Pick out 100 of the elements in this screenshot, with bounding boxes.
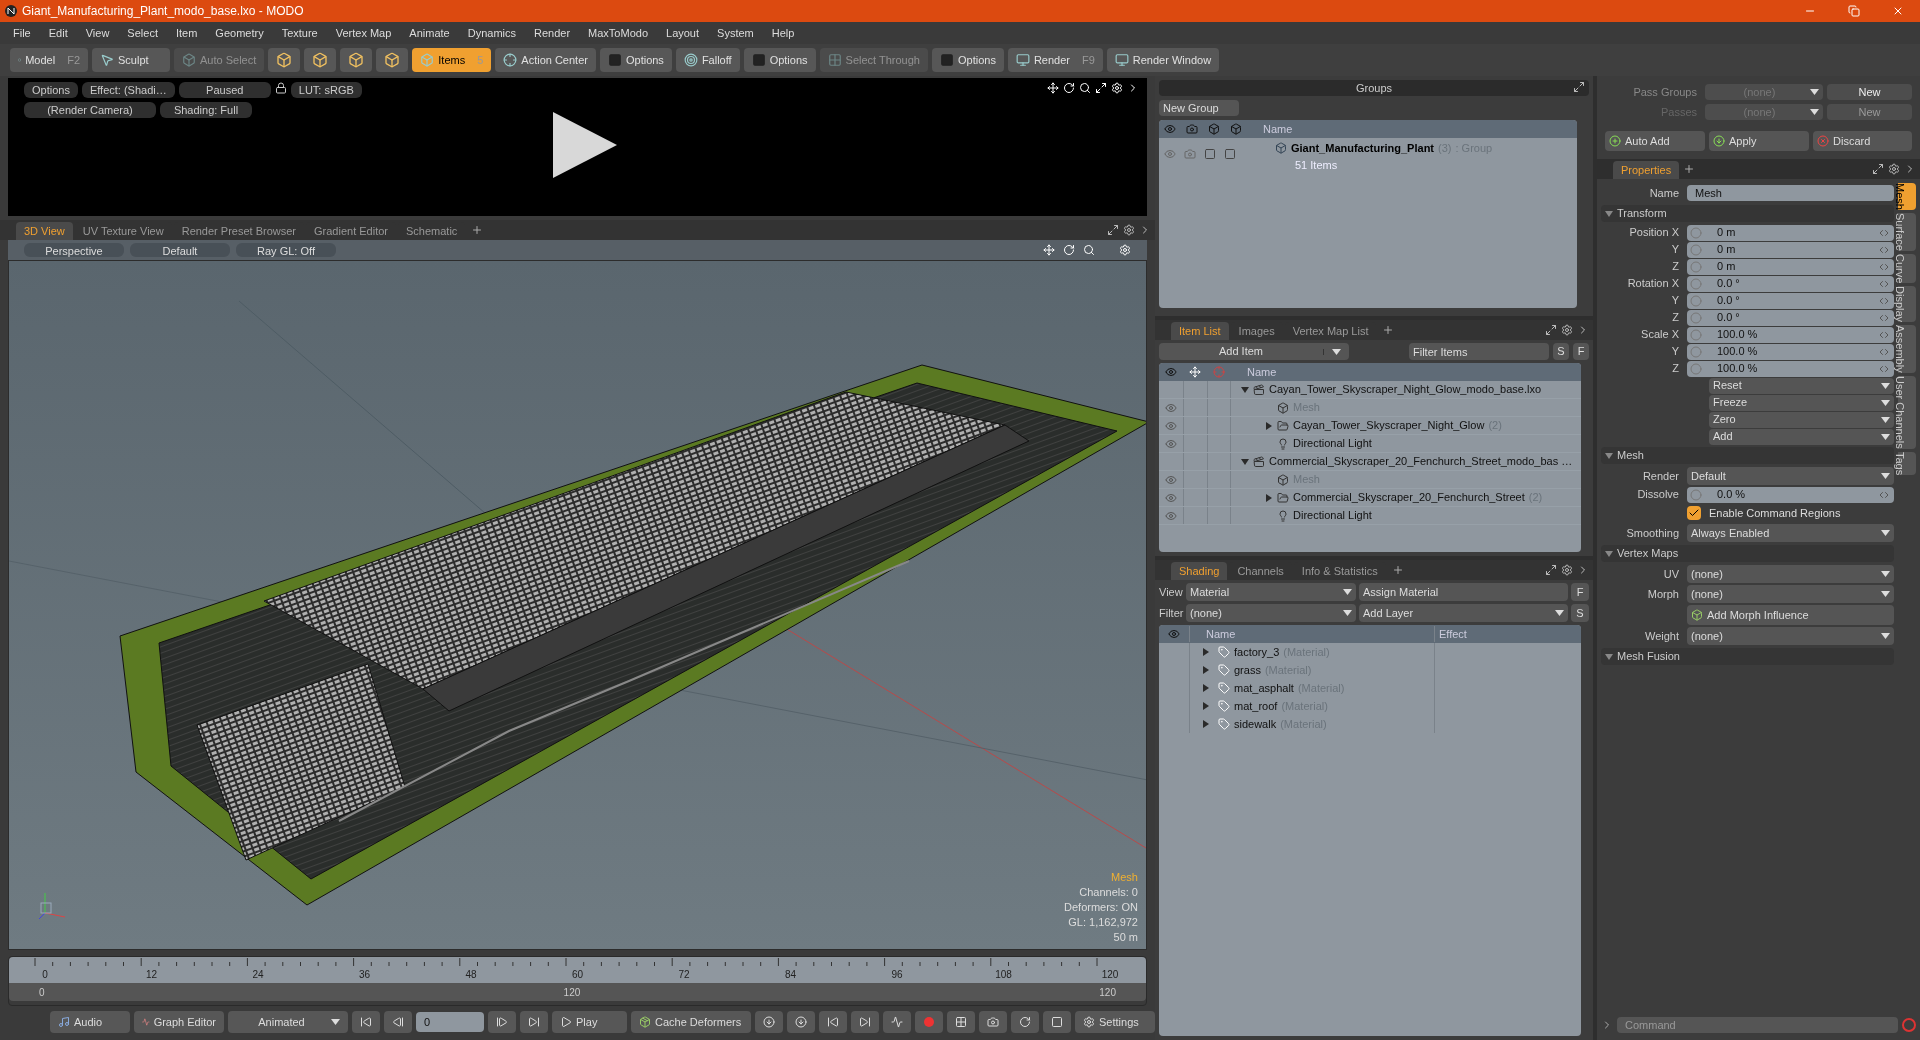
- preview-option-button[interactable]: LUT: sRGB: [290, 82, 362, 98]
- property-dropdown[interactable]: (none): [1687, 627, 1894, 645]
- mode-dropdown[interactable]: Animated: [228, 1011, 348, 1033]
- preview-option-button[interactable]: (Render Camera): [24, 102, 156, 118]
- transform-action-dropdown[interactable]: Add: [1709, 428, 1894, 445]
- number-field[interactable]: 100.0 %: [1687, 343, 1894, 360]
- selection-mode-button[interactable]: [376, 48, 409, 72]
- side-tab[interactable]: Mesh: [1898, 183, 1916, 210]
- first-frame-button[interactable]: [352, 1011, 380, 1033]
- preview-option-button[interactable]: Shading: Full: [160, 102, 252, 118]
- transform-action-dropdown[interactable]: Reset: [1709, 377, 1894, 394]
- menu-item[interactable]: Select: [118, 24, 167, 42]
- s-button[interactable]: S: [1571, 604, 1589, 622]
- expand-arrow-icon[interactable]: [1202, 666, 1210, 674]
- filter-field[interactable]: Filter Items: [1409, 343, 1549, 360]
- menu-item[interactable]: System: [708, 24, 763, 42]
- add-layer-dropdown[interactable]: Add Layer: [1359, 604, 1568, 622]
- expand-arrow-icon[interactable]: [1241, 385, 1249, 394]
- timeline-ruler[interactable]: 0 12 24 36 48 60 72 84 96 108 120: [9, 957, 1146, 983]
- section-header[interactable]: Mesh: [1601, 447, 1894, 464]
- filter-button[interactable]: F: [1573, 343, 1589, 360]
- toolbar-button[interactable]: Options: [743, 48, 816, 72]
- number-field[interactable]: 0.0 °: [1687, 292, 1894, 309]
- property-dropdown[interactable]: Default: [1687, 467, 1894, 485]
- menu-item[interactable]: Vertex Map: [326, 24, 401, 42]
- loop-button[interactable]: [1011, 1011, 1039, 1033]
- menu-item[interactable]: File: [4, 24, 40, 42]
- camera-button[interactable]: [979, 1011, 1007, 1033]
- number-field[interactable]: 0.0 °: [1687, 309, 1894, 326]
- selection-mode-button[interactable]: [304, 48, 337, 72]
- toolbar-button[interactable]: Render F9: [1007, 48, 1103, 72]
- viewport-option-button[interactable]: Default: [130, 243, 230, 257]
- property-dropdown[interactable]: Always Enabled: [1687, 524, 1894, 542]
- section-header[interactable]: Mesh Fusion: [1601, 648, 1894, 665]
- property-dropdown[interactable]: (none): [1687, 585, 1894, 603]
- filter-dropdown[interactable]: (none): [1186, 604, 1356, 622]
- new-button[interactable]: New: [1827, 84, 1912, 101]
- menu-item[interactable]: Dynamics: [458, 24, 525, 42]
- key-button[interactable]: [787, 1011, 815, 1033]
- auto-add-button[interactable]: Auto Add: [1605, 131, 1705, 151]
- viewport-tab[interactable]: 3D View: [16, 222, 73, 240]
- item-row[interactable]: Commercial_Skyscraper_20_Fenchurch_Street_modo_bas …: [1159, 453, 1581, 471]
- number-field[interactable]: 0 m: [1687, 258, 1894, 275]
- expand-arrow-icon[interactable]: [1241, 457, 1249, 466]
- play-icon[interactable]: [553, 112, 617, 178]
- side-tab[interactable]: User Channels: [1898, 375, 1916, 449]
- 3d-viewport[interactable]: Mesh Channels: 0 Deformers: ON GL: 1,162,972 50 m: [8, 260, 1147, 950]
- checkbox[interactable]: [1687, 506, 1701, 520]
- expand-arrow-icon[interactable]: [1202, 720, 1210, 728]
- menu-item[interactable]: Animate: [400, 24, 459, 42]
- number-field[interactable]: 0.0 °: [1687, 275, 1894, 292]
- toolbar-button[interactable]: Options: [599, 48, 672, 72]
- audio-button[interactable]: Audio: [50, 1011, 130, 1033]
- number-field[interactable]: 0.0 %: [1687, 486, 1894, 503]
- frame-field[interactable]: 0: [416, 1012, 484, 1032]
- panel-tab[interactable]: Item List: [1171, 322, 1229, 340]
- apply-button[interactable]: Apply: [1709, 131, 1809, 151]
- preview-option-button[interactable]: Options: [24, 82, 78, 98]
- view-dropdown[interactable]: Material: [1186, 583, 1356, 601]
- name-field[interactable]: Mesh: [1687, 185, 1894, 201]
- menu-item[interactable]: Item: [166, 24, 207, 42]
- section-header[interactable]: Transform: [1601, 205, 1894, 222]
- toolbar-button[interactable]: Sculpt: [92, 48, 170, 72]
- key-filter-button[interactable]: [947, 1011, 975, 1033]
- menu-item[interactable]: MaxToModo: [579, 24, 657, 42]
- expand-arrow-icon[interactable]: [1265, 421, 1273, 430]
- layer-button[interactable]: [1043, 1011, 1071, 1033]
- menu-item[interactable]: Texture: [272, 24, 327, 42]
- preview-option-button[interactable]: Paused: [178, 82, 271, 98]
- toolbar-button[interactable]: Items 5: [412, 48, 492, 72]
- assign-material-button[interactable]: Assign Material: [1359, 583, 1568, 601]
- toolbar-button[interactable]: Render Window: [1106, 48, 1220, 72]
- section-header[interactable]: Vertex Maps: [1601, 545, 1894, 562]
- toolbar-button[interactable]: Model F2: [10, 48, 88, 72]
- expand-arrow-icon[interactable]: [1202, 702, 1210, 710]
- discard-button[interactable]: Discard: [1813, 131, 1912, 151]
- command-field[interactable]: Command: [1617, 1017, 1898, 1033]
- previous-key-button[interactable]: [819, 1011, 847, 1033]
- next-key-button[interactable]: [851, 1011, 879, 1033]
- property-dropdown[interactable]: (none): [1687, 565, 1894, 583]
- range-bar[interactable]: 0 120 120: [9, 983, 1146, 1001]
- play-button[interactable]: Play: [552, 1011, 627, 1033]
- number-field[interactable]: 0 m: [1687, 241, 1894, 258]
- last-frame-button[interactable]: [520, 1011, 548, 1033]
- graph-editor-button[interactable]: Graph Editor: [134, 1011, 224, 1033]
- toolbar-button[interactable]: Options: [931, 48, 1004, 72]
- menu-item[interactable]: Render: [525, 24, 580, 42]
- next-frame-button[interactable]: [488, 1011, 516, 1033]
- cache-deformers-button[interactable]: Cache Deformers: [631, 1011, 751, 1033]
- selection-mode-button[interactable]: [268, 48, 301, 72]
- expand-arrow-icon[interactable]: [1265, 493, 1273, 502]
- viewport-option-button[interactable]: Perspective: [24, 243, 124, 257]
- preview-option-button[interactable]: Effect: (Shadi…: [81, 82, 175, 98]
- menu-item[interactable]: Help: [762, 24, 804, 42]
- selection-mode-button[interactable]: [340, 48, 373, 72]
- auto-key-button[interactable]: [883, 1011, 911, 1033]
- menu-item[interactable]: Edit: [39, 24, 77, 42]
- number-field[interactable]: 0 m: [1687, 224, 1894, 241]
- menu-item[interactable]: Geometry: [206, 24, 273, 42]
- number-field[interactable]: 100.0 %: [1687, 360, 1894, 377]
